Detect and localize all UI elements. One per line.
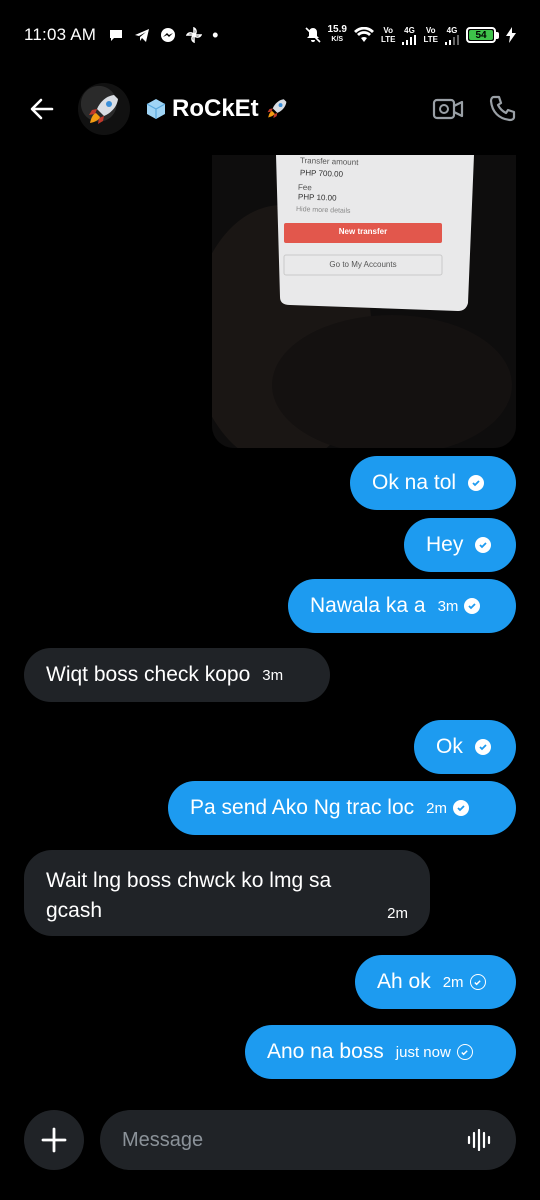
status-time: 11:03 AM: [24, 25, 97, 44]
sent-receipt-icon: [456, 1044, 473, 1060]
network-speed: 15.9 K/S: [327, 24, 347, 44]
message-meta: 3m: [438, 598, 481, 615]
message-meta: just now: [396, 1044, 473, 1061]
ice-cube-icon: [146, 99, 166, 119]
chat-title[interactable]: RoCkEt: [144, 95, 289, 123]
message-text: Pa send Ako Ng trac loc: [190, 796, 415, 819]
video-camera-icon: [432, 98, 464, 120]
pinwheel-icon: [186, 27, 203, 43]
chat-header: RoCkEt: [0, 70, 540, 148]
rocket-avatar-icon: [89, 95, 118, 124]
read-receipt-icon: [475, 537, 492, 553]
notification-icons: •: [108, 25, 219, 45]
back-button[interactable]: [20, 87, 64, 131]
video-call-button[interactable]: [430, 91, 466, 127]
photo-content: [212, 155, 516, 448]
message-input[interactable]: [122, 1128, 464, 1152]
voice-message-button[interactable]: [464, 1125, 494, 1155]
battery-indicator: 54: [466, 27, 499, 43]
photo-fee-amount: PHP 10.00: [297, 192, 337, 203]
chat-notification-icon: [110, 30, 123, 41]
message-bubble-outgoing[interactable]: Ano na boss just now: [245, 1025, 516, 1079]
image-message[interactable]: Transfer amount PHP 700.00 Fee PHP 10.00…: [212, 155, 516, 448]
message-text: Ok: [436, 735, 463, 758]
voice-call-button[interactable]: [484, 91, 520, 127]
battery-level: 54: [469, 30, 493, 41]
messenger-icon: [161, 28, 176, 42]
message-meta: [474, 739, 491, 755]
message-bubble-outgoing[interactable]: Ah ok 2m: [355, 955, 516, 1009]
message-input-wrapper: [100, 1110, 516, 1170]
message-bubble-outgoing[interactable]: Ok: [414, 720, 516, 774]
message-meta: [475, 537, 492, 553]
signal-bars-icon: [445, 34, 459, 45]
sent-receipt-icon: [469, 974, 486, 990]
message-text: Hey: [426, 533, 464, 556]
add-attachment-button[interactable]: [24, 1110, 84, 1170]
telegram-icon: [135, 29, 150, 42]
photo-transfer-amount: PHP 700.00: [299, 168, 344, 179]
message-time: 2m: [387, 905, 408, 922]
chat-title-text: RoCkEt: [172, 95, 259, 122]
read-receipt-icon: [468, 475, 485, 491]
sim1-indicator: Vo LTE: [380, 26, 396, 44]
read-receipt-icon: [474, 739, 491, 755]
message-time: just now: [395, 1043, 451, 1061]
sim2-signal: 4G: [445, 26, 459, 45]
avatar[interactable]: [78, 83, 130, 135]
sim2-indicator: Vo LTE: [423, 26, 438, 44]
message-meta: 2m: [443, 974, 486, 991]
signal-bars-icon: [402, 34, 417, 45]
wifi-icon: [353, 27, 374, 42]
phone-icon: [489, 95, 516, 122]
message-time: 2m: [442, 973, 464, 991]
read-receipt-icon: [464, 598, 481, 614]
message-meta: 2m: [426, 800, 469, 817]
message-time: 2m: [426, 799, 447, 817]
message-text: Ah ok: [377, 970, 431, 993]
arrow-left-icon: [30, 98, 54, 120]
message-time: 3m: [262, 666, 284, 684]
message-meta: 3m: [262, 667, 283, 684]
message-bubble-outgoing[interactable]: Nawala ka a 3m: [288, 579, 516, 633]
sim1-signal: 4G: [402, 26, 417, 45]
photo-new-transfer: New transfer: [338, 227, 388, 236]
photo-go-to-accounts: Go to My Accounts: [329, 260, 397, 269]
message-composer: [0, 1100, 540, 1180]
message-meta: [468, 475, 485, 491]
message-text: Ok na tol: [372, 471, 457, 494]
message-bubble-incoming[interactable]: Wait lng boss chwck ko lmg sa gcash 2m: [24, 850, 430, 936]
message-text: Nawala ka a: [310, 594, 426, 617]
mute-bell-icon: [304, 27, 321, 43]
message-time: 3m: [437, 597, 459, 615]
message-bubble-incoming[interactable]: Wiqt boss check kopo 3m: [24, 648, 330, 702]
message-bubble-outgoing[interactable]: Ok na tol: [350, 456, 516, 510]
more-notifications-dot: •: [212, 25, 219, 45]
read-receipt-icon: [452, 800, 469, 816]
waveform-icon: [467, 1129, 491, 1151]
status-bar: 11:03 AM • 15.9 K/S Vo LTE 4G Vo LTE 4G: [0, 0, 540, 70]
photo-fee-label: Fee: [297, 182, 312, 193]
message-text: Wiqt boss check kopo: [46, 663, 251, 686]
message-bubble-outgoing[interactable]: Hey: [404, 518, 516, 572]
charging-icon: [506, 27, 516, 43]
message-bubble-outgoing[interactable]: Pa send Ako Ng trac loc 2m: [168, 781, 516, 835]
rocket-icon: [267, 99, 287, 119]
message-text: Wait lng boss chwck ko lmg sa gcash: [46, 869, 332, 922]
plus-icon: [41, 1127, 67, 1153]
message-text: Ano na boss: [267, 1040, 384, 1063]
